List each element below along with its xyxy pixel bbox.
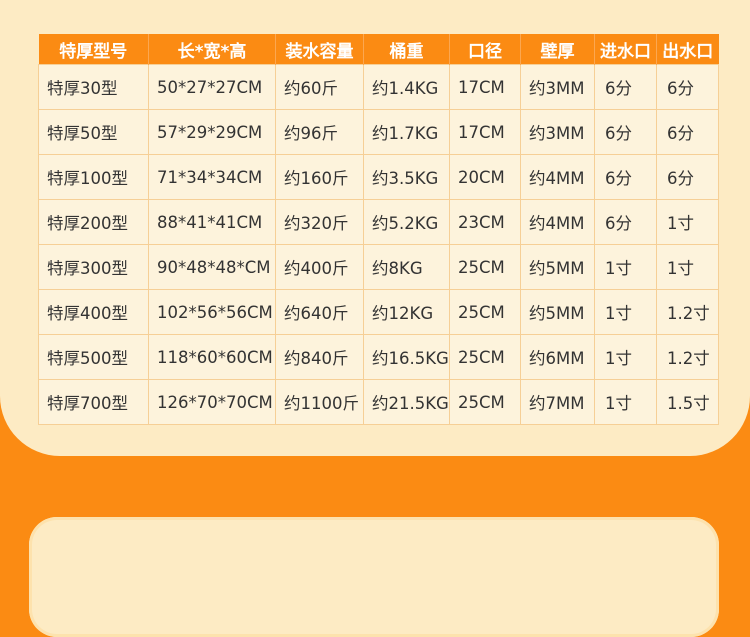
header-dimensions: 长*宽*高 xyxy=(148,34,276,65)
cell-caliber: 25CM xyxy=(449,334,521,380)
header-outlet: 出水口 xyxy=(656,34,719,65)
cell-capacity: 约60斤 xyxy=(275,64,364,110)
cell-weight: 约21.5KG xyxy=(363,379,450,425)
cell-caliber: 23CM xyxy=(449,199,521,245)
cell-model: 特厚30型 xyxy=(38,64,149,110)
spec-table: 特厚型号 长*宽*高 装水容量 桶重 口径 壁厚 进水口 出水口 特厚30型 5… xyxy=(38,34,719,425)
cell-capacity: 约840斤 xyxy=(275,334,364,380)
secondary-panel xyxy=(29,517,719,637)
cell-wall: 约7MM xyxy=(520,379,595,425)
cell-caliber: 17CM xyxy=(449,109,521,155)
cell-weight: 约8KG xyxy=(363,244,450,290)
cell-dimensions: 126*70*70CM xyxy=(148,379,276,425)
cell-capacity: 约640斤 xyxy=(275,289,364,335)
cell-inlet: 6分 xyxy=(594,199,657,245)
header-weight: 桶重 xyxy=(363,34,450,65)
cell-wall: 约3MM xyxy=(520,109,595,155)
cell-outlet: 1.5寸 xyxy=(656,379,719,425)
cell-model: 特厚300型 xyxy=(38,244,149,290)
cell-caliber: 25CM xyxy=(449,379,521,425)
cell-weight: 约1.7KG xyxy=(363,109,450,155)
cell-inlet: 1寸 xyxy=(594,334,657,380)
cell-weight: 约12KG xyxy=(363,289,450,335)
cell-outlet: 1.2寸 xyxy=(656,334,719,380)
header-caliber: 口径 xyxy=(449,34,521,65)
cell-inlet: 6分 xyxy=(594,154,657,200)
cell-wall: 约6MM xyxy=(520,334,595,380)
table-row: 特厚100型 71*34*34CM 约160斤 约3.5KG 20CM 约4MM… xyxy=(38,154,719,200)
header-capacity: 装水容量 xyxy=(275,34,364,65)
header-model: 特厚型号 xyxy=(38,34,149,65)
cell-inlet: 6分 xyxy=(594,109,657,155)
cell-capacity: 约96斤 xyxy=(275,109,364,155)
table-row: 特厚400型 102*56*56CM 约640斤 约12KG 25CM 约5MM… xyxy=(38,289,719,335)
cell-weight: 约16.5KG xyxy=(363,334,450,380)
cell-wall: 约3MM xyxy=(520,64,595,110)
cell-dimensions: 90*48*48*CM xyxy=(148,244,276,290)
cell-outlet: 1.2寸 xyxy=(656,289,719,335)
cell-model: 特厚700型 xyxy=(38,379,149,425)
cell-wall: 约4MM xyxy=(520,199,595,245)
cell-capacity: 约320斤 xyxy=(275,199,364,245)
table-row: 特厚700型 126*70*70CM 约1100斤 约21.5KG 25CM 约… xyxy=(38,379,719,425)
cell-outlet: 6分 xyxy=(656,109,719,155)
cell-outlet: 6分 xyxy=(656,64,719,110)
cell-inlet: 1寸 xyxy=(594,244,657,290)
cell-caliber: 25CM xyxy=(449,289,521,335)
cell-dimensions: 88*41*41CM xyxy=(148,199,276,245)
cell-dimensions: 71*34*34CM xyxy=(148,154,276,200)
cell-capacity: 约160斤 xyxy=(275,154,364,200)
cell-weight: 约5.2KG xyxy=(363,199,450,245)
cell-capacity: 约400斤 xyxy=(275,244,364,290)
cell-model: 特厚200型 xyxy=(38,199,149,245)
cell-wall: 约5MM xyxy=(520,289,595,335)
cell-weight: 约1.4KG xyxy=(363,64,450,110)
cell-model: 特厚100型 xyxy=(38,154,149,200)
table-row: 特厚200型 88*41*41CM 约320斤 约5.2KG 23CM 约4MM… xyxy=(38,199,719,245)
cell-inlet: 1寸 xyxy=(594,289,657,335)
cell-outlet: 6分 xyxy=(656,154,719,200)
cell-dimensions: 102*56*56CM xyxy=(148,289,276,335)
cell-weight: 约3.5KG xyxy=(363,154,450,200)
table-row: 特厚300型 90*48*48*CM 约400斤 约8KG 25CM 约5MM … xyxy=(38,244,719,290)
table-row: 特厚30型 50*27*27CM 约60斤 约1.4KG 17CM 约3MM 6… xyxy=(38,64,719,110)
cell-model: 特厚50型 xyxy=(38,109,149,155)
cell-dimensions: 57*29*29CM xyxy=(148,109,276,155)
cell-inlet: 6分 xyxy=(594,64,657,110)
cell-caliber: 17CM xyxy=(449,64,521,110)
table-row: 特厚50型 57*29*29CM 约96斤 约1.7KG 17CM 约3MM 6… xyxy=(38,109,719,155)
cell-model: 特厚500型 xyxy=(38,334,149,380)
cell-dimensions: 118*60*60CM xyxy=(148,334,276,380)
cell-dimensions: 50*27*27CM xyxy=(148,64,276,110)
cell-outlet: 1寸 xyxy=(656,199,719,245)
cell-caliber: 25CM xyxy=(449,244,521,290)
cell-model: 特厚400型 xyxy=(38,289,149,335)
header-inlet: 进水口 xyxy=(594,34,657,65)
cell-outlet: 1寸 xyxy=(656,244,719,290)
cell-caliber: 20CM xyxy=(449,154,521,200)
table-header-row: 特厚型号 长*宽*高 装水容量 桶重 口径 壁厚 进水口 出水口 xyxy=(38,34,719,65)
cell-inlet: 1寸 xyxy=(594,379,657,425)
cell-wall: 约5MM xyxy=(520,244,595,290)
table-row: 特厚500型 118*60*60CM 约840斤 约16.5KG 25CM 约6… xyxy=(38,334,719,380)
cell-capacity: 约1100斤 xyxy=(275,379,364,425)
cell-wall: 约4MM xyxy=(520,154,595,200)
header-wall: 壁厚 xyxy=(520,34,595,65)
